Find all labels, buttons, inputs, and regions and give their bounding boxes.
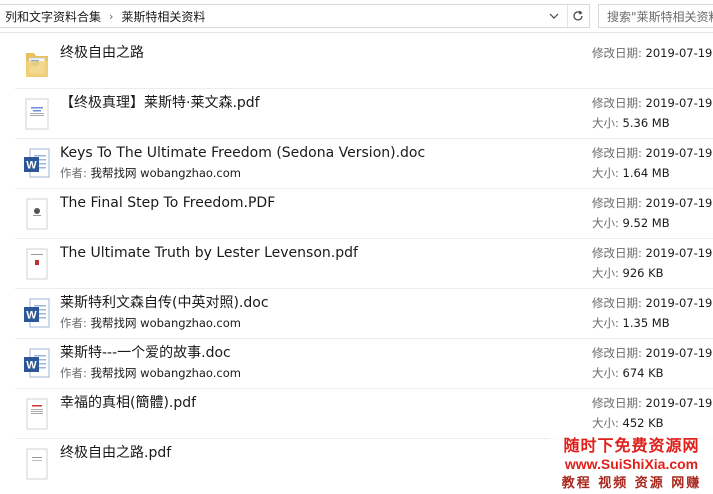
watermark-title: 随时下免费资源网 xyxy=(563,435,700,455)
svg-text:W: W xyxy=(26,160,37,172)
file-name: 终极自由之路 xyxy=(60,45,144,61)
list-item[interactable]: The Final Step To Freedom.PDF 修改日期: 2019… xyxy=(15,189,713,239)
pdf-file-icon xyxy=(23,97,51,131)
modified-date: 修改日期: 2019-07-19 xyxy=(592,196,713,210)
file-size: 大小: 9.52 MB xyxy=(592,216,670,230)
pdf-file-icon xyxy=(23,247,51,281)
file-size: 大小: 926 KB xyxy=(592,266,664,280)
modified-date: 修改日期: 2019-07-19 xyxy=(592,346,713,360)
svg-text:W: W xyxy=(26,360,37,372)
watermark-tagline: 教程 视频 资源 网赚 xyxy=(561,475,702,491)
file-author: 作者: 我帮找网 wobangzhao.com xyxy=(60,316,241,330)
file-size: 大小: 1.35 MB xyxy=(592,316,670,330)
pdf-file-icon xyxy=(23,447,51,481)
breadcrumb-item-current[interactable]: 莱斯特相关资料 xyxy=(116,8,210,25)
search-input[interactable]: 搜索"莱斯特相关资料" xyxy=(598,4,713,28)
modified-date: 修改日期: 2019-07-19 xyxy=(592,146,713,160)
pdf-file-icon xyxy=(23,397,51,431)
watermark-url: www.SuiShiXia.com xyxy=(564,455,699,472)
svg-text:W: W xyxy=(26,310,37,322)
file-size: 大小: 1.64 MB xyxy=(592,166,670,180)
modified-date: 修改日期: 2019-07-19 xyxy=(592,46,713,60)
file-name: 莱斯特---一个爱的故事.doc xyxy=(60,345,231,361)
address-bar: 列和文字资料合集 › 莱斯特相关资料 搜索"莱斯特相关资料" xyxy=(0,0,713,33)
pdf-file-icon xyxy=(23,197,51,231)
list-item[interactable]: W Keys To The Ultimate Freedom (Sedona V… xyxy=(15,139,713,189)
list-item[interactable]: W 莱斯特---一个爱的故事.doc 作者: 我帮找网 wobangzhao.c… xyxy=(15,339,713,389)
file-list: 终极自由之路 修改日期: 2019-07-19 【终极真理】莱斯特·莱文森.pd… xyxy=(0,33,713,494)
list-item[interactable]: 【终极真理】莱斯特·莱文森.pdf 修改日期: 2019-07-19 大小: 5… xyxy=(15,89,713,139)
file-name: The Ultimate Truth by Lester Levenson.pd… xyxy=(60,245,358,261)
refresh-icon[interactable] xyxy=(567,5,587,27)
watermark-logo: 随时下免费资源网 www.SuiShiXia.com 教程 视频 资源 网赚 xyxy=(550,428,713,494)
file-name: 终极自由之路.pdf xyxy=(60,445,172,461)
file-name: Keys To The Ultimate Freedom (Sedona Ver… xyxy=(60,145,426,161)
file-name: The Final Step To Freedom.PDF xyxy=(60,195,276,211)
chevron-down-icon[interactable] xyxy=(543,5,565,27)
breadcrumb-item-parent[interactable]: 列和文字资料合集 xyxy=(0,8,106,25)
modified-date: 修改日期: 2019-07-19 xyxy=(592,246,713,260)
chevron-right-icon: › xyxy=(109,9,114,23)
file-size: 大小: 5.36 MB xyxy=(592,116,670,130)
modified-date: 修改日期: 2019-07-19 xyxy=(592,296,713,310)
search-placeholder: 搜索"莱斯特相关资料" xyxy=(607,9,713,24)
word-doc-icon: W xyxy=(23,147,51,181)
modified-date: 修改日期: 2019-07-19 xyxy=(592,96,713,110)
file-name: 莱斯特利文森自传(中英对照).doc xyxy=(60,295,269,311)
list-item[interactable]: The Ultimate Truth by Lester Levenson.pd… xyxy=(15,239,713,289)
file-name: 【终极真理】莱斯特·莱文森.pdf xyxy=(60,95,260,111)
list-item[interactable]: 终极自由之路 修改日期: 2019-07-19 xyxy=(15,39,713,89)
file-author: 作者: 我帮找网 wobangzhao.com xyxy=(60,166,241,180)
file-size: 大小: 674 KB xyxy=(592,366,664,380)
modified-date: 修改日期: 2019-07-19 xyxy=(592,396,713,410)
breadcrumb[interactable]: 列和文字资料合集 › 莱斯特相关资料 xyxy=(0,4,590,28)
word-doc-icon: W xyxy=(23,347,51,381)
folder-icon xyxy=(23,47,51,81)
list-item[interactable]: W 莱斯特利文森自传(中英对照).doc 作者: 我帮找网 wobangzhao… xyxy=(15,289,713,339)
file-name: 幸福的真相(簡體).pdf xyxy=(60,395,197,411)
word-doc-icon: W xyxy=(23,297,51,331)
file-author: 作者: 我帮找网 wobangzhao.com xyxy=(60,366,241,380)
